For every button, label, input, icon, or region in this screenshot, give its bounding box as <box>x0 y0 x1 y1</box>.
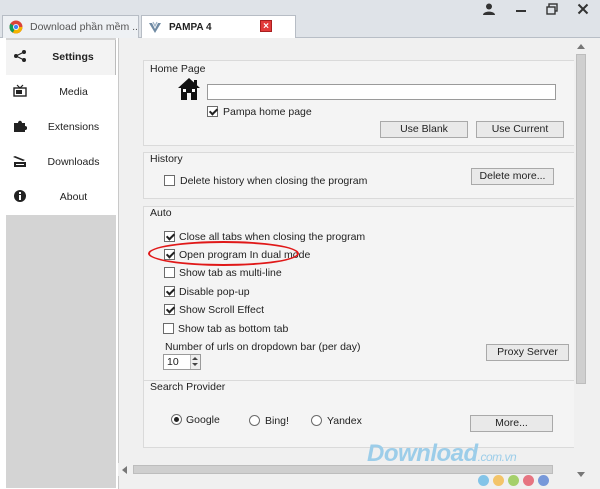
group-title: Auto <box>150 207 172 219</box>
stepper-arrows[interactable] <box>190 355 200 369</box>
radio-label: Bing! <box>265 415 289 427</box>
share-icon <box>14 50 26 62</box>
puzzle-icon <box>14 120 27 132</box>
use-blank-button[interactable]: Use Blank <box>380 121 468 138</box>
group-title: Home Page <box>150 63 206 75</box>
google-radio[interactable] <box>171 414 182 425</box>
close-all-tabs-checkbox[interactable] <box>164 231 175 242</box>
checkbox-label: Show Scroll Effect <box>179 304 265 316</box>
info-icon <box>14 190 26 202</box>
multi-line-tab-checkbox[interactable] <box>164 267 175 278</box>
urls-count-stepper[interactable]: 10 <box>163 354 201 370</box>
tab-label: Download phần mềm ... <box>30 21 138 33</box>
watermark-dot <box>478 475 489 486</box>
user-icon[interactable] <box>482 3 496 15</box>
sidebar-item-label: Downloads <box>47 156 100 168</box>
tab-strip: Download phần mềm ... PAMPA 4 × <box>0 0 600 39</box>
history-group: History Delete history when closing the … <box>143 152 575 199</box>
download-watermark: Download.com.vn <box>367 440 517 467</box>
checkbox-label: Pampa home page <box>223 106 312 118</box>
checkbox-label: Delete history when closing the program <box>180 175 368 187</box>
sidebar-item-label: Media <box>59 86 88 98</box>
bing-radio[interactable] <box>249 415 260 426</box>
watermark-dots <box>478 475 553 489</box>
watermark-dot <box>523 475 534 486</box>
radio-label: Yandex <box>327 415 362 427</box>
home-page-group: Home Page Pampa home page Use Blank Use … <box>143 60 575 146</box>
sidebar-item-label: About <box>59 191 88 203</box>
group-title: Search Provider <box>150 381 226 393</box>
close-tab-icon[interactable]: × <box>260 20 272 32</box>
restore-icon[interactable] <box>546 3 558 15</box>
watermark-dot <box>508 475 519 486</box>
radio-label: Google <box>186 414 220 426</box>
vertical-scrollbar[interactable] <box>574 40 588 482</box>
checkbox-label: Disable pop-up <box>179 286 250 298</box>
search-provider-group: Search Provider Google Bing! Yandex More… <box>143 380 575 448</box>
scroll-effect-checkbox[interactable] <box>164 304 175 315</box>
sidebar-item-label: Settings <box>52 51 94 63</box>
disable-popup-checkbox[interactable] <box>164 286 175 297</box>
home-page-url-input[interactable] <box>207 84 556 100</box>
more-search-providers-button[interactable]: More... <box>470 415 553 432</box>
pampa-logo-icon <box>149 21 161 33</box>
chrome-logo-icon <box>9 20 23 34</box>
sidebar-item-extensions[interactable]: Extensions <box>6 110 116 145</box>
download-tray-icon <box>13 156 26 167</box>
tab-pampa-4[interactable]: PAMPA 4 × <box>141 15 296 39</box>
tv-icon <box>13 84 27 97</box>
checkbox-label: Open program In dual mode <box>179 249 311 261</box>
group-title: History <box>150 153 183 165</box>
delete-history-checkbox[interactable] <box>164 175 175 186</box>
scroll-down-icon[interactable] <box>577 472 585 477</box>
settings-sidebar: Settings Media Extensions Downloads Abou… <box>6 38 116 488</box>
sidebar-item-about[interactable]: About <box>6 180 116 215</box>
yandex-radio[interactable] <box>311 415 322 426</box>
tab-label: PAMPA 4 <box>169 22 212 33</box>
watermark-dot <box>493 475 504 486</box>
sidebar-item-media[interactable]: Media <box>6 75 116 110</box>
bottom-tab-checkbox[interactable] <box>163 323 174 334</box>
sidebar-item-label: Extensions <box>47 121 100 133</box>
watermark-dot <box>538 475 549 486</box>
vertical-scroll-thumb[interactable] <box>576 54 586 384</box>
settings-panel: Home Page Pampa home page Use Blank Use … <box>118 38 600 489</box>
sidebar-item-settings[interactable]: Settings <box>6 40 116 75</box>
sidebar-item-downloads[interactable]: Downloads <box>6 145 116 180</box>
checkbox-label: Show tab as multi-line <box>179 267 282 279</box>
home-icon <box>178 78 200 100</box>
checkbox-label: Close all tabs when closing the program <box>179 231 366 243</box>
use-current-button[interactable]: Use Current <box>476 121 564 138</box>
minimize-icon[interactable] <box>515 3 527 15</box>
proxy-server-button[interactable]: Proxy Server <box>486 344 569 361</box>
scroll-left-icon[interactable] <box>122 466 127 474</box>
scroll-up-icon[interactable] <box>577 44 585 49</box>
checkbox-label: Show tab as bottom tab <box>178 323 289 335</box>
delete-more-button[interactable]: Delete more... <box>471 168 554 185</box>
dual-mode-checkbox[interactable] <box>164 249 175 260</box>
close-icon[interactable] <box>577 3 589 15</box>
tab-download-phan-mem[interactable]: Download phần mềm ... <box>2 15 139 38</box>
pampa-home-page-checkbox[interactable] <box>207 106 218 117</box>
urls-count-label: Number of urls on dropdown bar (per day) <box>165 341 361 353</box>
